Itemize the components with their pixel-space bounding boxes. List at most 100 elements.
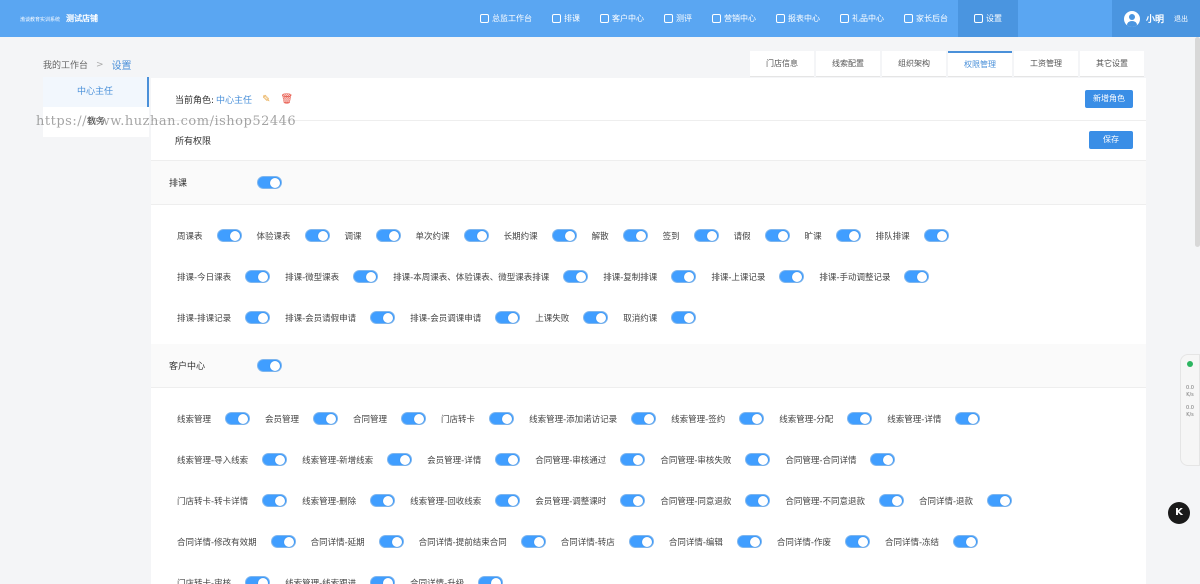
tab-3[interactable]: 权限管理 [948, 51, 1012, 77]
permission-toggle[interactable] [495, 311, 521, 324]
permission-toggle[interactable] [844, 535, 870, 548]
permission-toggle[interactable] [923, 229, 949, 242]
permission-toggle[interactable] [870, 453, 896, 466]
permission-toggle[interactable] [370, 311, 396, 324]
page-scrollbar[interactable] [1195, 37, 1200, 247]
permission-toggle[interactable] [835, 229, 861, 242]
permission-toggle[interactable] [463, 229, 489, 242]
permission-toggle[interactable] [225, 412, 251, 425]
user-area[interactable]: 小明 退出 [1112, 0, 1200, 37]
permission-label: 线索管理-签约 [671, 414, 726, 425]
permission-toggle[interactable] [987, 494, 1013, 507]
permission-toggle[interactable] [671, 270, 697, 283]
nav-item-1[interactable]: 排课 [542, 0, 590, 37]
tab-2[interactable]: 组织架构 [882, 51, 946, 77]
nav-item-4[interactable]: 营销中心 [702, 0, 766, 37]
nav-item-5[interactable]: 报表中心 [766, 0, 830, 37]
permission-toggle[interactable] [353, 270, 379, 283]
network-monitor-panel[interactable]: 0.0 K/s 0.0 K/s [1180, 354, 1200, 466]
permission-toggle[interactable] [245, 576, 271, 584]
permission-toggle[interactable] [878, 494, 904, 507]
permission-label: 排课-手动调整记录 [819, 272, 891, 283]
nav-icon [840, 14, 849, 23]
section-toggle[interactable] [257, 359, 282, 372]
tab-5[interactable]: 其它设置 [1080, 51, 1144, 77]
permission-label: 单次约课 [415, 231, 450, 242]
permission-toggle[interactable] [551, 229, 577, 242]
permission-toggle[interactable] [370, 494, 396, 507]
permission-toggle[interactable] [671, 311, 697, 324]
permission-label: 线索管理-删除 [302, 496, 357, 507]
permission-toggle[interactable] [270, 535, 296, 548]
permission-item: 线索管理-删除 [302, 494, 396, 507]
tab-1[interactable]: 线索配置 [816, 51, 880, 77]
nav-icon [600, 14, 609, 23]
permission-toggle[interactable] [622, 229, 648, 242]
permission-toggle[interactable] [745, 453, 771, 466]
logout-link[interactable]: 退出 [1174, 14, 1188, 24]
permission-toggle[interactable] [478, 576, 504, 584]
save-button[interactable]: 保存 [1089, 131, 1133, 149]
section-toggle[interactable] [257, 176, 282, 189]
permission-sections: 排课 周课表 体验课表 调课 单次约课 长期约课 解散 签到 请假 旷课 排队排课 排课-今日课表 排课… [151, 161, 1146, 584]
breadcrumb-home[interactable]: 我的工作台 [43, 58, 88, 71]
nav-item-7[interactable]: 家长后台 [894, 0, 958, 37]
permission-toggle[interactable] [495, 453, 521, 466]
permission-toggle[interactable] [779, 270, 805, 283]
pencil-icon[interactable]: ✎ [262, 94, 270, 105]
permission-toggle[interactable] [245, 311, 271, 324]
permission-toggle[interactable] [387, 453, 413, 466]
nav-icon [974, 14, 983, 23]
permission-toggle[interactable] [304, 229, 330, 242]
permission-toggle[interactable] [693, 229, 719, 242]
permission-item: 合同详情-延期 [311, 535, 404, 548]
nav-item-0[interactable]: 总监工作台 [470, 0, 542, 37]
permission-toggle[interactable] [520, 535, 546, 548]
permission-toggle[interactable] [313, 412, 339, 425]
permission-toggle[interactable] [563, 270, 589, 283]
permission-label: 合同管理 [353, 414, 388, 425]
permission-toggle[interactable] [631, 412, 657, 425]
add-role-button[interactable]: 新增角色 [1085, 90, 1133, 108]
permission-toggle[interactable] [370, 576, 396, 584]
avatar[interactable] [1124, 10, 1140, 27]
permission-toggle[interactable] [262, 453, 288, 466]
permission-toggle[interactable] [378, 535, 404, 548]
permission-toggle[interactable] [583, 311, 609, 324]
permission-toggle[interactable] [495, 494, 521, 507]
permission-label: 合同详情-升级 [410, 578, 465, 584]
nav-item-3[interactable]: 测评 [654, 0, 702, 37]
permission-toggle[interactable] [620, 494, 646, 507]
permission-toggle[interactable] [375, 229, 401, 242]
permission-toggle[interactable] [745, 494, 771, 507]
permission-toggle[interactable] [620, 453, 646, 466]
permission-toggle[interactable] [628, 535, 654, 548]
tab-0[interactable]: 门店信息 [750, 51, 814, 77]
permission-toggle[interactable] [245, 270, 271, 283]
permission-toggle[interactable] [739, 412, 765, 425]
brand[interactable]: 渤谈教育实训系统 测试店铺 [0, 13, 470, 24]
permission-item: 排课-会员调课申请 [410, 311, 521, 324]
permission-item: 合同详情-编辑 [669, 535, 762, 548]
nav-item-6[interactable]: 礼品中心 [830, 0, 894, 37]
nav-item-2[interactable]: 客户中心 [590, 0, 654, 37]
permission-toggle[interactable] [764, 229, 790, 242]
sidebar-role-item[interactable]: 中心主任 [43, 77, 149, 107]
nav-item-8[interactable]: 设置 [958, 0, 1018, 37]
k-badge-icon[interactable]: K [1168, 502, 1190, 524]
permission-toggle[interactable] [847, 412, 873, 425]
user-name[interactable]: 小明 [1146, 12, 1164, 25]
permission-toggle[interactable] [736, 535, 762, 548]
permission-item: 合同管理-合同详情 [785, 453, 896, 466]
permission-label: 线索管理-添加诺访记录 [529, 414, 618, 425]
permission-toggle[interactable] [262, 494, 288, 507]
trash-icon[interactable]: 🗑 [280, 94, 293, 105]
permission-toggle[interactable] [904, 270, 930, 283]
permission-toggle[interactable] [489, 412, 515, 425]
tab-4[interactable]: 工资管理 [1014, 51, 1078, 77]
permission-toggle[interactable] [953, 535, 979, 548]
permission-toggle[interactable] [401, 412, 427, 425]
permission-toggle[interactable] [955, 412, 981, 425]
permission-toggle[interactable] [216, 229, 242, 242]
permission-label: 签到 [662, 231, 680, 242]
